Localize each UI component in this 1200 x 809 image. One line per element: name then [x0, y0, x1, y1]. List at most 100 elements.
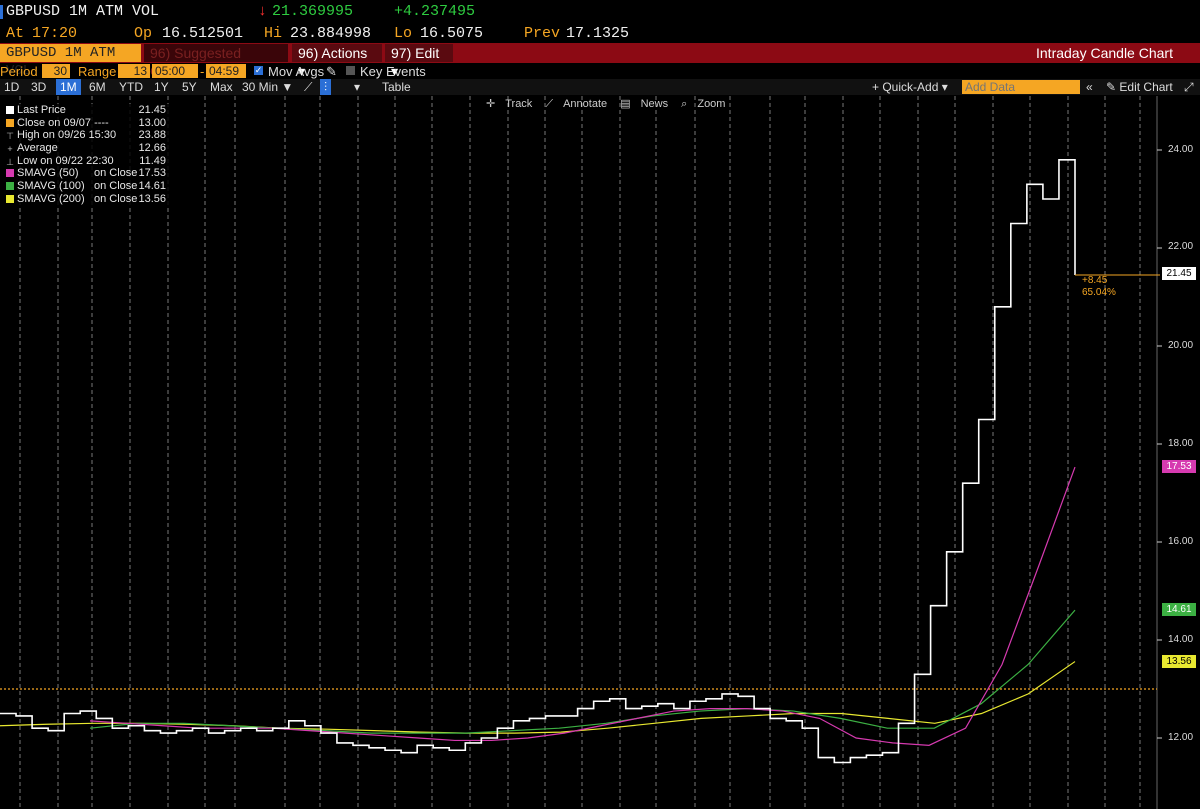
sma100-tag: 14.61 [1162, 603, 1196, 616]
suggested-charts-button[interactable]: 96) Suggested Charts [144, 44, 288, 79]
sma200-line [0, 661, 1076, 734]
legend-item[interactable]: SMAVG (200) on Close 13.56 [4, 193, 170, 206]
period-label: Period [0, 64, 38, 79]
zoom-icon[interactable]: ⌕ [681, 98, 687, 110]
legend-label: High on 09/26 15:30 [17, 129, 117, 142]
legend-item[interactable]: ⊥ Low on 09/22 22:30 11.49 [4, 155, 170, 168]
last-price-tag: 21.45 [1162, 267, 1196, 280]
annotate-icon[interactable]: ⟋ [545, 98, 553, 110]
range-max-button[interactable]: Max [206, 79, 237, 95]
range-field[interactable]: 13 [118, 64, 150, 78]
legend-swatch [6, 169, 14, 178]
edit-chart-button[interactable]: ✎ Edit Chart [1102, 79, 1177, 95]
sma50-tag: 17.53 [1162, 460, 1196, 473]
range-ytd-button[interactable]: YTD [115, 79, 147, 95]
legend-label: SMAVG (50) [17, 167, 79, 180]
range-1d-button[interactable]: 1D [0, 79, 23, 95]
table-button[interactable]: Table [378, 79, 415, 95]
legend-swatch [6, 106, 14, 114]
news-icon[interactable]: ▤ [620, 98, 630, 110]
range-5y-button[interactable]: 5Y [178, 79, 201, 95]
time-sep: - [200, 64, 205, 79]
net-change: +4.237495 [394, 3, 476, 20]
change-percent: 65.04% [1082, 287, 1116, 298]
function-bar: GBPUSD 1M ATM VOL 96) Suggested Charts 9… [0, 43, 1200, 79]
maximize-icon[interactable]: ⤢ [1180, 79, 1198, 95]
ticker-field[interactable]: GBPUSD 1M ATM VOL [0, 44, 141, 79]
ticker-marker [0, 5, 3, 19]
low-value: 16.5075 [420, 25, 484, 42]
zoom-button[interactable]: Zoom [697, 98, 725, 110]
chart-type-dropdown-icon[interactable]: ▾ [350, 79, 364, 95]
collapse-icon[interactable]: « [1082, 79, 1097, 95]
legend-item[interactable]: Close on 09/07 ---- 13.00 [4, 117, 170, 130]
chart-title: Intraday Candle Chart [1036, 45, 1173, 61]
legend-mid: on Close [94, 180, 138, 193]
legend-swatch [6, 182, 14, 191]
y-tick-label: 16.00 [1168, 536, 1194, 547]
track-button[interactable]: Track [505, 98, 532, 110]
key-events-label[interactable]: Key Events [360, 64, 426, 79]
price-chart[interactable] [0, 96, 1200, 809]
y-tick-label: 24.00 [1168, 144, 1194, 155]
prev-label: Prev [524, 25, 561, 42]
candle-chart-icon[interactable]: ⫶ [320, 79, 332, 95]
line-chart-icon[interactable]: ⟋ [300, 79, 316, 95]
range-6m-button[interactable]: 6M [85, 79, 110, 95]
legend-item[interactable]: ⊤ High on 09/26 15:30 23.88 [4, 129, 170, 142]
legend-item[interactable]: SMAVG (50) on Close 17.53 [4, 167, 170, 180]
legend-value: 14.61 [138, 180, 166, 193]
period-row: Period 30 Range 13 05:00 - 04:59 ✓ Mov A… [0, 63, 1200, 79]
legend-value: 21.45 [138, 104, 166, 116]
mov-avgs-checkbox[interactable]: ✓ [254, 66, 263, 75]
legend-value: 17.53 [138, 167, 166, 180]
edit-menu[interactable]: 97) Edit ▾ [385, 44, 453, 79]
high-value: 23.884998 [290, 25, 372, 42]
legend-value: 23.88 [138, 129, 166, 142]
range-3d-button[interactable]: 3D [27, 79, 50, 95]
low-marker-icon: ⊥ [6, 156, 14, 167]
track-icon[interactable]: ✛ [486, 98, 495, 110]
at-label: At [6, 25, 25, 42]
y-tick-label: 14.00 [1168, 634, 1194, 645]
prev-value: 17.1325 [566, 25, 630, 42]
annotate-button[interactable]: Annotate [563, 98, 607, 110]
chart-series [0, 159, 1160, 764]
last-price: 21.369995 [272, 3, 354, 20]
legend-mid: on Close [94, 167, 138, 180]
legend-value: 11.49 [139, 154, 166, 167]
interval-dropdown[interactable]: 30 Min ▼ [238, 79, 297, 95]
at-time: 17:20 [32, 25, 78, 42]
legend-label: SMAVG (100) [17, 180, 85, 193]
legend-mid: on Close [94, 192, 138, 205]
ohlc-row: At 17:20 Op 16.512501 Hi 23.884998 Lo 16… [0, 24, 1200, 43]
legend-mid: ---- [94, 116, 109, 129]
mov-avgs-label[interactable]: Mov Avgs [268, 64, 324, 79]
period-field[interactable]: 30 [42, 64, 70, 78]
change-value: +8.45 [1082, 275, 1108, 286]
y-tick-label: 22.00 [1168, 241, 1194, 252]
add-data-input[interactable] [962, 80, 1080, 94]
average-marker-icon: + [7, 144, 13, 155]
legend-item[interactable]: SMAVG (100) on Close 14.61 [4, 180, 170, 193]
range-1m-button[interactable]: 1M [56, 79, 81, 95]
actions-menu[interactable]: 96) Actions ▾ [292, 44, 382, 79]
chart-tools: ✛ Track ⟋ Annotate ▤ News ⌕ Zoom [486, 97, 735, 111]
chart-legend: Last Price 21.45 Close on 09/07 ---- 13.00… [4, 104, 170, 206]
range-1y-button[interactable]: 1Y [150, 79, 173, 95]
time-from-field[interactable]: 05:00 [152, 64, 198, 78]
ticker-name: GBPUSD 1M ATM VOL [6, 3, 160, 20]
pencil-icon[interactable]: ✎ [326, 64, 337, 80]
legend-item[interactable]: + Average 12.66 [4, 142, 170, 155]
time-to-field[interactable]: 04:59 [206, 64, 246, 78]
change-annotation: +8.45 65.04% [1082, 275, 1116, 299]
key-events-checkbox[interactable] [346, 66, 355, 75]
legend-label: Last Price [17, 104, 66, 116]
quick-add-button[interactable]: + Quick-Add ▾ [868, 79, 952, 95]
y-tick-label: 18.00 [1168, 438, 1194, 449]
open-label: Op [134, 25, 153, 42]
range-toolbar: 1D 3D 1M 6M YTD 1Y 5Y Max 30 Min ▼ ⟋ ⫶ ▾… [0, 79, 1200, 95]
news-button[interactable]: News [641, 98, 669, 110]
legend-item[interactable]: Last Price 21.45 [4, 104, 170, 117]
legend-swatch [6, 194, 14, 203]
